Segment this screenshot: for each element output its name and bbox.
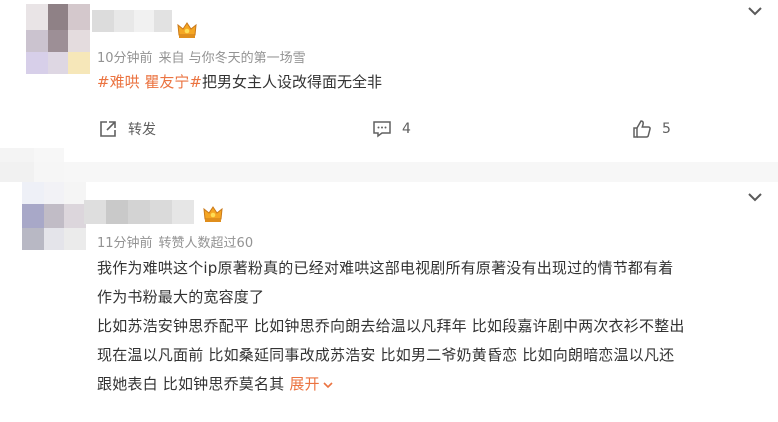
username-blurred[interactable]	[84, 200, 194, 224]
avatar[interactable]	[26, 4, 90, 74]
like-button[interactable]: 5	[632, 119, 671, 139]
avatar[interactable]	[22, 182, 86, 250]
feed-separator	[0, 148, 778, 182]
post-content: 我作为难哄这个ip原著粉真的已经对难哄这部电视剧所有原著没有出现过的情节都有着 …	[97, 254, 767, 399]
post-line: 作为书粉最大的宽容度了	[97, 288, 265, 306]
post-text: 把男女主人设改得面无全非	[201, 73, 382, 91]
repost-label: 转发	[128, 122, 156, 138]
feed-post: 11分钟前 转赞人数超过60 我作为难哄这个ip原著粉真的已经对难哄这部电视剧所有…	[0, 182, 778, 422]
comment-count: 4	[402, 121, 411, 137]
post-meta: 11分钟前 转赞人数超过60	[97, 232, 259, 251]
username-blurred[interactable]	[92, 8, 172, 34]
post-line: 我作为难哄这个ip原著粉真的已经对难哄这部电视剧所有原著没有出现过的情节都有着	[97, 259, 674, 277]
crown-icon	[177, 22, 197, 38]
post-line-last: 跟她表白 比如钟思乔莫名其 展开	[97, 370, 767, 399]
comment-icon	[373, 121, 391, 138]
chevron-down-icon	[323, 381, 333, 388]
post-meta: 10分钟前 来自 与你冬天的第一场雪	[97, 47, 312, 66]
like-icon	[633, 120, 651, 138]
expand-button[interactable]: 展开	[289, 375, 333, 393]
repost-like-count: 转赞人数超过60	[158, 236, 254, 251]
like-count: 5	[662, 121, 671, 137]
chevron-down-icon[interactable]	[746, 190, 764, 204]
weibo-feed: 10分钟前 来自 与你冬天的第一场雪 #难哄 瞿友宁#把男女主人设改得面无全非 转…	[0, 0, 778, 422]
post-line: 比如苏浩安钟思乔配平 比如钟思乔向朗去给温以凡拜年 比如段嘉许剧中两次衣衫不整出	[97, 317, 685, 335]
post-time[interactable]: 11分钟前	[97, 236, 153, 251]
feed-post: 10分钟前 来自 与你冬天的第一场雪 #难哄 瞿友宁#把男女主人设改得面无全非 转…	[0, 0, 778, 148]
post-line: 跟她表白 比如钟思乔莫名其	[97, 375, 285, 393]
chevron-down-icon[interactable]	[746, 4, 764, 18]
hashtag-link[interactable]: #难哄 瞿友宁#	[97, 73, 202, 91]
post-source: 来自 与你冬天的第一场雪	[158, 51, 306, 66]
post-line: 现在温以凡面前 比如桑延同事改成苏浩安 比如男二爷奶黄昏恋 比如向朗暗恋温以凡还	[97, 346, 675, 364]
post-content: #难哄 瞿友宁#把男女主人设改得面无全非	[97, 69, 382, 95]
crown-icon	[203, 206, 223, 222]
post-time[interactable]: 10分钟前	[97, 51, 153, 66]
repost-icon	[100, 121, 116, 137]
repost-button[interactable]: 转发	[98, 119, 156, 139]
comment-button[interactable]: 4	[372, 119, 411, 139]
